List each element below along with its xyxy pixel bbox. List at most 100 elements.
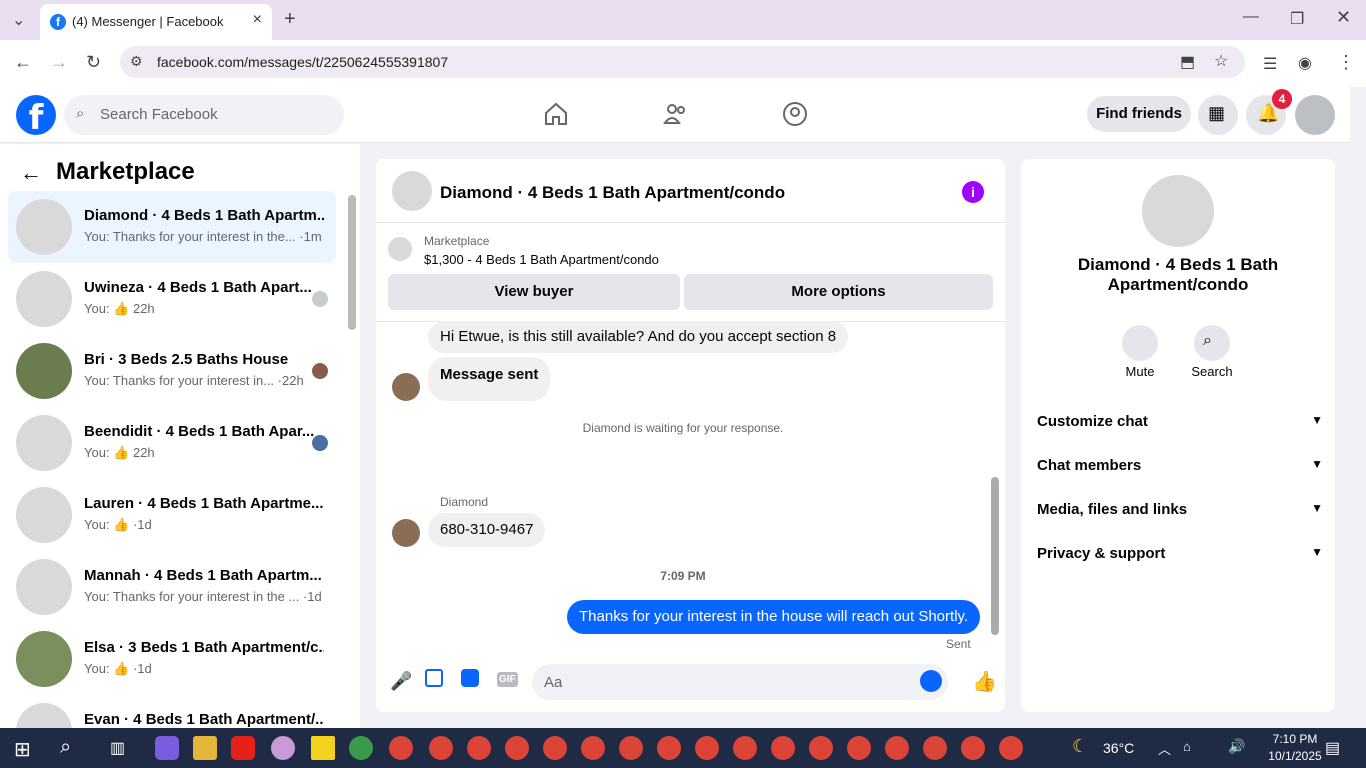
chrome-profile-icon[interactable] [999, 736, 1023, 760]
chrome-profile-icon[interactable] [389, 736, 413, 760]
chrome-profile-icon[interactable] [961, 736, 985, 760]
windows-start-icon[interactable]: ⊞ [14, 737, 31, 762]
groups-icon[interactable] [782, 101, 808, 127]
clock-time: 7:10 PM [1272, 732, 1318, 746]
chrome-profile-icon[interactable] [505, 736, 529, 760]
chat-avatar[interactable] [392, 171, 432, 211]
privacy-support-row[interactable]: Privacy & support ▼ [1037, 545, 1323, 562]
chat-scrollbar[interactable] [991, 477, 999, 635]
forward-icon[interactable]: → [50, 52, 68, 73]
chrome-profile-icon[interactable] [543, 736, 567, 760]
window-close-icon[interactable]: ✕ [1336, 7, 1351, 28]
list-item[interactable]: Uwineza · 4 Beds 1 Bath Apart... You: 👍 2… [8, 263, 336, 335]
menu-grid-icon[interactable]: ▦ [1198, 95, 1238, 135]
paint-icon[interactable] [271, 736, 295, 760]
install-app-icon[interactable]: ⬒ [1180, 52, 1195, 72]
thumbs-up-icon[interactable]: 👍 [972, 669, 997, 694]
list-item[interactable]: Lauren · 4 Beds 1 Bath Apartme... You: 👍 … [8, 479, 336, 551]
more-options-button[interactable]: More options [684, 274, 993, 310]
search-icon[interactable]: ⌕ [60, 736, 71, 759]
chevron-down-icon: ▼ [1311, 501, 1323, 515]
minimize-icon[interactable]: — [1243, 8, 1259, 26]
avatar [392, 373, 420, 401]
list-item[interactable]: Bri · 3 Beds 2.5 Baths House You: Thanks … [8, 335, 336, 407]
network-icon[interactable]: ⌂ [1183, 739, 1191, 754]
avatar [312, 363, 328, 379]
list-item[interactable]: Diamond · 4 Beds 1 Bath Apartm... You: Th… [8, 191, 336, 263]
search-input[interactable]: ⌕ Search Facebook [64, 95, 344, 135]
chrome-profile-icon[interactable] [349, 736, 373, 760]
view-buyer-button[interactable]: View buyer [388, 274, 680, 310]
customize-chat-row[interactable]: Customize chat ▼ [1037, 413, 1323, 430]
page-title: Marketplace [56, 158, 195, 185]
list-item[interactable]: Beendidit · 4 Beds 1 Bath Apar... You: 👍 … [8, 407, 336, 479]
chrome-profile-icon[interactable] [657, 736, 681, 760]
info-icon[interactable]: i [962, 181, 984, 203]
search-placeholder: Search Facebook [100, 106, 218, 123]
chrome-profile-icon[interactable] [695, 736, 719, 760]
list-item[interactable]: Evan · 4 Beds 1 Bath Apartment/... [8, 695, 336, 728]
sticky-notes-icon[interactable] [311, 736, 335, 760]
chrome-profile-icon[interactable] [429, 736, 453, 760]
chrome-profile-icon[interactable] [847, 736, 871, 760]
copilot-icon[interactable] [155, 736, 179, 760]
back-arrow-icon[interactable]: ← [20, 160, 42, 186]
chrome-profile-icon[interactable] [619, 736, 643, 760]
gif-icon[interactable]: GIF [497, 672, 518, 687]
chat-members-row[interactable]: Chat members ▼ [1037, 457, 1323, 474]
friends-icon[interactable] [663, 101, 689, 127]
account-avatar[interactable] [1295, 95, 1335, 135]
emoji-icon[interactable] [920, 670, 942, 692]
profile-name: Diamond · 4 Beds 1 Bath Apartment/condo [1077, 255, 1279, 294]
profile-icon[interactable]: ◉ [1298, 53, 1312, 73]
site-info-icon[interactable]: ⚙ [130, 53, 143, 70]
tray-chevron-icon[interactable]: ︿ [1158, 739, 1171, 758]
sticker-icon[interactable] [461, 669, 479, 687]
temperature[interactable]: 36°C [1103, 740, 1134, 756]
search-icon[interactable]: ⌕ [1194, 325, 1230, 361]
system-clock[interactable]: 7:10 PM 10/1/2025 [1260, 731, 1330, 765]
find-friends-button[interactable]: Find friends [1087, 96, 1191, 132]
reload-icon[interactable]: ↻ [86, 52, 101, 73]
url-text[interactable]: facebook.com/messages/t/2250624555391807 [157, 54, 448, 70]
chat-title[interactable]: Diamond · 4 Beds 1 Bath Apartment/condo [440, 183, 785, 203]
list-item[interactable]: Mannah · 4 Beds 1 Bath Apartm... You: Tha… [8, 551, 336, 623]
list-item[interactable]: Elsa · 3 Beds 1 Bath Apartment/c... You: … [8, 623, 336, 695]
marketplace-conversation-list: ← Marketplace Diamond · 4 Beds 1 Bath Ap… [0, 144, 360, 728]
conversation-preview: You: Thanks for your interest in... ·22h [84, 373, 304, 388]
tab-search-icon[interactable]: ⌄ [12, 10, 25, 30]
youtube-icon[interactable] [231, 736, 255, 760]
maximize-icon[interactable]: ❐ [1290, 9, 1304, 29]
message-input[interactable]: Aa [532, 664, 948, 700]
new-tab-icon[interactable]: + [284, 8, 296, 31]
omnibox[interactable]: ⚙ facebook.com/messages/t/22506245553918… [120, 46, 1245, 78]
listing-title[interactable]: $1,300 - 4 Beds 1 Bath Apartment/condo [424, 252, 659, 267]
browser-tab[interactable]: f (4) Messenger | Facebook × [40, 4, 272, 40]
chrome-profile-icon[interactable] [809, 736, 833, 760]
profile-picture[interactable] [1142, 175, 1214, 247]
chrome-profile-icon[interactable] [771, 736, 795, 760]
bookmark-star-icon[interactable]: ☆ [1214, 51, 1228, 71]
file-explorer-icon[interactable] [193, 736, 217, 760]
mute-bell-icon[interactable] [1122, 325, 1158, 361]
chrome-profile-icon[interactable] [467, 736, 491, 760]
chrome-profile-icon[interactable] [885, 736, 909, 760]
browser-menu-icon[interactable]: ⋮ [1337, 52, 1355, 73]
chrome-profile-icon[interactable] [581, 736, 605, 760]
photo-icon[interactable] [425, 669, 443, 687]
volume-icon[interactable]: 🔊 [1228, 738, 1245, 755]
facebook-logo-icon[interactable]: f [16, 95, 56, 138]
microphone-icon[interactable]: 🎤 [390, 671, 412, 692]
conversation-preview: You: 👍 22h [84, 445, 155, 460]
notification-center-icon[interactable]: ▤ [1325, 738, 1340, 758]
list-scrollbar[interactable] [348, 195, 356, 330]
media-control-icon[interactable]: ☰ [1263, 54, 1277, 74]
task-view-icon[interactable]: ▥ [110, 738, 125, 758]
weather-moon-icon[interactable]: ☾ [1072, 736, 1088, 757]
chrome-profile-icon[interactable] [923, 736, 947, 760]
close-tab-icon[interactable]: × [253, 11, 262, 29]
back-icon[interactable]: ← [14, 52, 32, 73]
media-files-links-row[interactable]: Media, files and links ▼ [1037, 501, 1323, 518]
chrome-profile-icon[interactable] [733, 736, 757, 760]
home-icon[interactable] [543, 101, 569, 127]
